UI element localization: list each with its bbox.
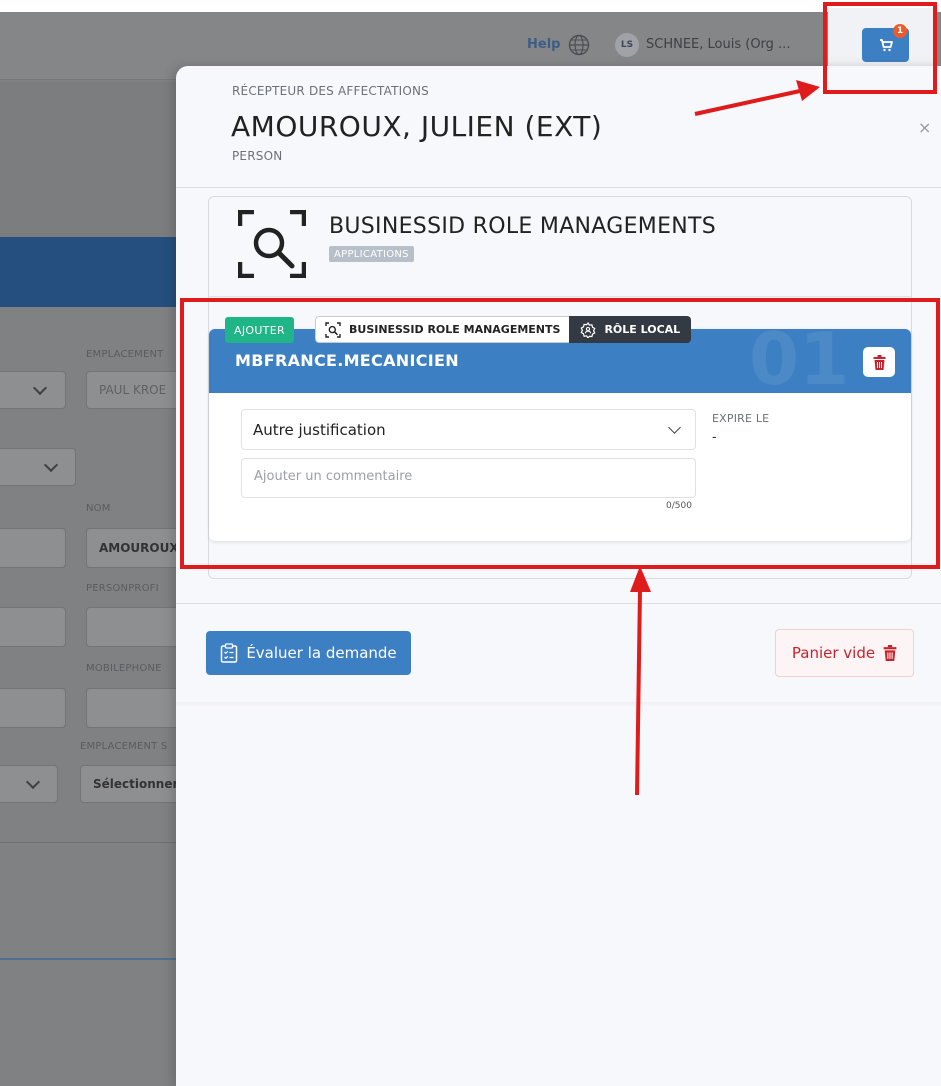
trash-icon [883, 645, 897, 661]
help-link[interactable]: Help [527, 37, 560, 52]
cart-count-badge: 1 [893, 24, 907, 38]
drawer-empty-area [176, 702, 941, 1086]
bg-field-personprofile[interactable] [86, 607, 186, 647]
breadcrumb-application-label: BUSINESSID ROLE MANAGEMENTS [349, 323, 561, 336]
assignment-recipient-label: RÉCEPTEUR DES AFFECTATIONS [232, 84, 429, 98]
close-icon[interactable]: × [918, 118, 931, 137]
empty-cart-label: Panier vide [791, 644, 876, 662]
justification-value: Autre justification [253, 420, 386, 439]
bg-field-mobilephone[interactable] [86, 688, 186, 728]
bg-label-personprofile: PERSONPROFI [86, 583, 159, 594]
role-index: 01 [749, 329, 850, 401]
bg-label-nom: NOM [86, 503, 111, 514]
user-name[interactable]: SCHNEE, Louis (Org ... [646, 37, 790, 52]
comment-counter: 0/500 [666, 501, 692, 511]
bg-label-mobilephone: MOBILEPHONE [86, 663, 162, 674]
card-divider [209, 296, 911, 297]
user-avatar[interactable]: LS [615, 33, 639, 57]
bg-select-2[interactable] [0, 448, 76, 486]
application-title: BUSINESSID ROLE MANAGEMENTS [329, 214, 717, 239]
chevron-down-icon [668, 421, 681, 434]
breadcrumb-role: RÔLE LOCAL [569, 316, 692, 343]
remove-role-button[interactable] [863, 347, 895, 377]
role-name: MBFRANCE.MECANICIEN [235, 351, 459, 370]
globe-icon[interactable] [568, 34, 590, 56]
footer-divider [176, 603, 941, 604]
role-breadcrumb: BUSINESSID ROLE MANAGEMENTS RÔLE LOCAL [315, 316, 692, 343]
person-name: AMOUROUX, JULIEN (EXT) [231, 110, 603, 143]
role-card: 01 MBFRANCE.MECANICIEN Autre justificati… [209, 329, 911, 541]
bg-select-1[interactable] [0, 371, 66, 409]
person-type: PERSON [232, 149, 283, 163]
evaluate-request-button[interactable]: Évaluer la demande [206, 631, 411, 675]
evaluate-request-label: Évaluer la demande [246, 644, 397, 662]
role-gear-icon [580, 321, 596, 338]
bg-label-emplacement-s: EMPLACEMENT S [80, 741, 168, 752]
bg-field-left-2[interactable] [0, 607, 66, 647]
empty-cart-button[interactable]: Panier vide [775, 629, 914, 677]
cart-icon [879, 38, 893, 51]
breadcrumb-role-label: RÔLE LOCAL [604, 323, 681, 336]
breadcrumb-application: BUSINESSID ROLE MANAGEMENTS [315, 316, 570, 343]
action-badge-add: AJOUTER [225, 317, 294, 343]
bg-field-emplacement[interactable]: PAUL KROE [86, 371, 186, 409]
justification-select[interactable]: Autre justification [241, 409, 696, 450]
trash-icon [873, 354, 885, 370]
expire-label: EXPIRE LE [712, 412, 770, 425]
top-strip [0, 0, 941, 12]
bg-field-nom[interactable]: AMOUROUX [86, 528, 186, 568]
bg-label-emplacement: EMPLACEMENT [86, 349, 164, 360]
bg-select-emplacement-s[interactable]: Sélectionner [80, 765, 190, 803]
scan-search-icon [325, 321, 341, 338]
expire-value: - [712, 430, 717, 445]
drawer-header: RÉCEPTEUR DES AFFECTATIONS AMOUROUX, JUL… [176, 66, 941, 188]
bg-field-left-3[interactable] [0, 688, 66, 728]
bg-field-left-1[interactable] [0, 528, 66, 568]
scan-search-icon [238, 210, 306, 278]
application-tag: APPLICATIONS [329, 246, 414, 262]
comment-input[interactable] [241, 458, 696, 498]
clipboard-check-icon [221, 643, 238, 663]
cart-drawer: RÉCEPTEUR DES AFFECTATIONS AMOUROUX, JUL… [176, 66, 941, 1086]
